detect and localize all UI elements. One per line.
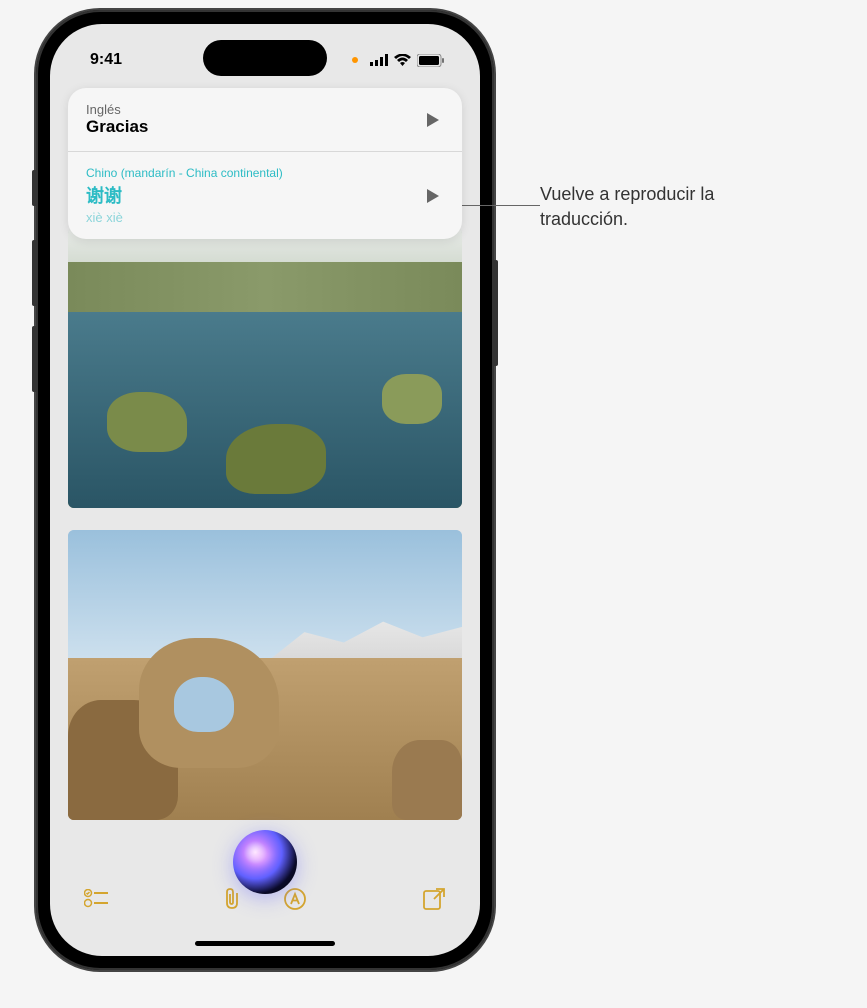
source-language-label: Inglés xyxy=(86,102,410,117)
callout-text: Vuelve a reproducir la traducción. xyxy=(540,182,780,232)
wifi-icon xyxy=(394,54,411,66)
play-icon xyxy=(426,188,440,204)
background-photos-area xyxy=(68,224,462,866)
target-language-label: Chino (mandarín - China continental) xyxy=(86,166,410,180)
side-button-silence xyxy=(32,170,36,206)
attachment-button[interactable] xyxy=(223,887,243,916)
photo-rock-arch xyxy=(68,530,462,820)
dynamic-island xyxy=(203,40,327,76)
markup-button[interactable] xyxy=(283,887,307,916)
source-text-block: Inglés Gracias xyxy=(86,102,410,137)
callout-annotation: Vuelve a reproducir la traducción. xyxy=(540,182,780,232)
photo-stream-landscape xyxy=(68,228,462,508)
target-text: 谢谢 xyxy=(86,182,410,208)
phone-screen: 9:41 Inglés Gracias xyxy=(50,24,480,956)
target-romanization: xiè xiè xyxy=(86,210,410,225)
translation-source-section: Inglés Gracias xyxy=(68,88,462,152)
status-time: 9:41 xyxy=(90,51,122,69)
side-button-volume-up xyxy=(32,240,36,306)
play-translation-button[interactable] xyxy=(422,185,444,207)
translation-target-section: Chino (mandarín - China continental) 谢谢 … xyxy=(68,152,462,239)
siri-orb-glow xyxy=(243,843,275,869)
target-text-block: Chino (mandarín - China continental) 谢谢 … xyxy=(86,166,410,225)
battery-icon xyxy=(417,54,444,67)
side-button-power xyxy=(494,260,498,366)
cellular-signal-icon xyxy=(370,54,388,66)
mic-in-use-indicator-icon xyxy=(352,57,358,63)
status-icons xyxy=(352,54,444,67)
new-note-button[interactable] xyxy=(422,887,446,916)
home-indicator[interactable] xyxy=(195,941,335,946)
checklist-button[interactable] xyxy=(84,889,108,914)
iphone-device-frame: 9:41 Inglés Gracias xyxy=(36,10,494,970)
siri-orb[interactable] xyxy=(233,830,297,894)
source-text: Gracias xyxy=(86,117,410,137)
side-button-volume-down xyxy=(32,326,36,392)
play-source-button[interactable] xyxy=(422,109,444,131)
siri-translation-card: Inglés Gracias Chino (mandarín - China c… xyxy=(68,88,462,239)
play-icon xyxy=(426,112,440,128)
